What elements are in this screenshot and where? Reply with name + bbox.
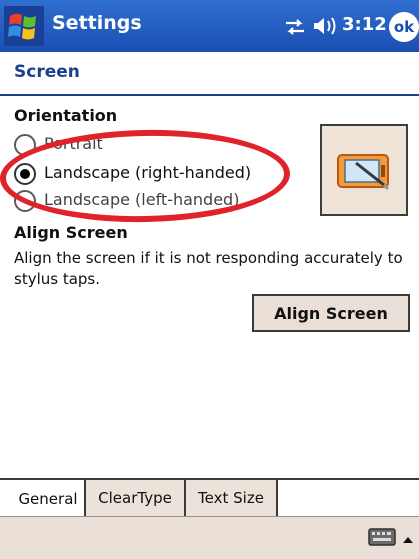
ok-button[interactable]: ok xyxy=(389,12,419,42)
portrait-radio[interactable] xyxy=(14,134,36,156)
command-bar xyxy=(0,516,419,559)
page-header: Screen xyxy=(0,52,419,96)
arrow-up-icon[interactable] xyxy=(402,531,414,543)
portrait-label[interactable]: Portrait xyxy=(44,134,103,153)
connectivity-icon[interactable] xyxy=(284,17,306,37)
align-screen-heading: Align Screen xyxy=(14,223,128,242)
align-screen-button[interactable]: Align Screen xyxy=(252,294,410,332)
keyboard-icon[interactable] xyxy=(368,528,396,546)
orientation-heading: Orientation xyxy=(14,106,118,125)
landscape-left-radio[interactable] xyxy=(14,190,36,212)
app-title: Settings xyxy=(52,12,142,34)
tab-cleartype[interactable]: ClearType xyxy=(86,480,186,518)
windows-start-icon[interactable] xyxy=(4,6,44,46)
landscape-right-radio[interactable] xyxy=(14,163,36,185)
align-screen-description: Align the screen if it is not responding… xyxy=(14,249,403,288)
orientation-device-icon xyxy=(337,154,390,191)
volume-icon[interactable] xyxy=(312,14,338,38)
orientation-preview xyxy=(320,124,408,216)
tab-text-size[interactable]: Text Size xyxy=(186,480,278,518)
tab-strip: General ClearType Text Size xyxy=(0,478,419,518)
clock[interactable]: 3:12 xyxy=(342,14,387,35)
page-title: Screen xyxy=(14,62,80,82)
title-bar: Settings 3:12 ok xyxy=(0,0,419,52)
landscape-right-label[interactable]: Landscape (right-handed) xyxy=(44,163,251,182)
tab-general[interactable]: General xyxy=(12,480,86,518)
landscape-left-label[interactable]: Landscape (left-handed) xyxy=(44,190,239,209)
